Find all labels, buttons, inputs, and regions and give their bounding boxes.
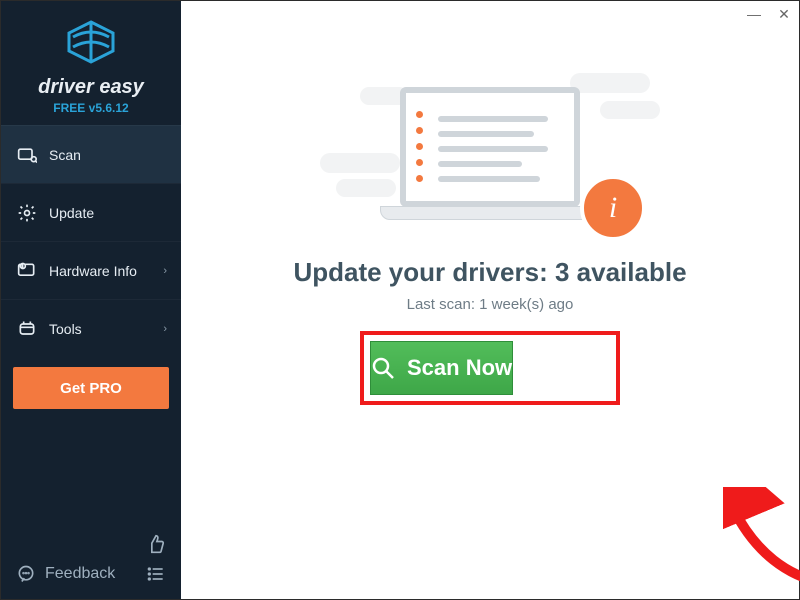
sidebar-item-label: Hardware Info: [49, 263, 137, 279]
scan-now-label: Scan Now: [407, 355, 512, 381]
tools-icon: [17, 319, 37, 339]
headline-suffix: available: [569, 257, 686, 287]
thumbs-up-icon[interactable]: [145, 533, 167, 555]
sidebar-item-scan[interactable]: Scan: [1, 125, 181, 183]
brand-sub-prefix: FREE v: [53, 101, 95, 115]
sidebar-item-hardware-info[interactable]: i Hardware Info ›: [1, 241, 181, 299]
scan-icon: [17, 145, 37, 165]
sidebar-item-update[interactable]: Update: [1, 183, 181, 241]
brand-name: driver easy: [1, 76, 181, 99]
last-scan-text: Last scan: 1 week(s) ago: [181, 296, 799, 313]
available-count: 3: [555, 257, 569, 287]
sidebar-footer: Feedback: [1, 523, 181, 599]
app-window: — ✕ driver easy FREE v5.6.12: [0, 0, 800, 600]
app-logo-icon: [63, 19, 119, 65]
chevron-right-icon: ›: [163, 265, 167, 277]
sidebar-item-label: Tools: [49, 321, 82, 337]
sidebar-nav: Scan Update i Hardware In: [1, 125, 181, 357]
info-badge-icon: i: [580, 175, 646, 241]
headline-prefix: Update your drivers:: [293, 257, 555, 287]
sidebar-item-label: Update: [49, 205, 94, 221]
monitor-info-icon: i: [17, 261, 37, 281]
feedback-button[interactable]: Feedback: [15, 563, 115, 585]
content: i Update your drivers: 3 available Last …: [181, 67, 799, 600]
get-pro-button[interactable]: Get PRO: [13, 367, 169, 409]
sidebar: driver easy FREE v5.6.12 Scan: [1, 1, 181, 599]
main-panel: i Update your drivers: 3 available Last …: [181, 1, 799, 599]
headline: Update your drivers: 3 available: [181, 257, 799, 288]
laptop-graphic: [380, 87, 600, 237]
speech-bubble-icon: [15, 563, 37, 585]
list-icon[interactable]: [145, 563, 167, 585]
hero-illustration: i: [320, 67, 660, 247]
scan-highlight-box: Scan Now: [360, 331, 620, 405]
gear-icon: [17, 203, 37, 223]
feedback-label: Feedback: [45, 565, 115, 583]
sidebar-item-label: Scan: [49, 147, 81, 163]
brand-version-number: 5.6.12: [95, 101, 128, 115]
brand-block: driver easy FREE v5.6.12: [1, 1, 181, 125]
magnifier-icon: [371, 356, 395, 380]
chevron-right-icon: ›: [163, 323, 167, 335]
lastscan-prefix: Last scan:: [407, 296, 480, 313]
footer-actions: [145, 533, 167, 585]
sidebar-item-tools[interactable]: Tools ›: [1, 299, 181, 357]
callout-arrow-icon: [723, 487, 800, 597]
svg-text:i: i: [22, 263, 23, 268]
brand-version: FREE v5.6.12: [1, 101, 181, 115]
scan-now-button[interactable]: Scan Now: [370, 341, 513, 395]
lastscan-value: 1 week(s) ago: [479, 296, 573, 313]
